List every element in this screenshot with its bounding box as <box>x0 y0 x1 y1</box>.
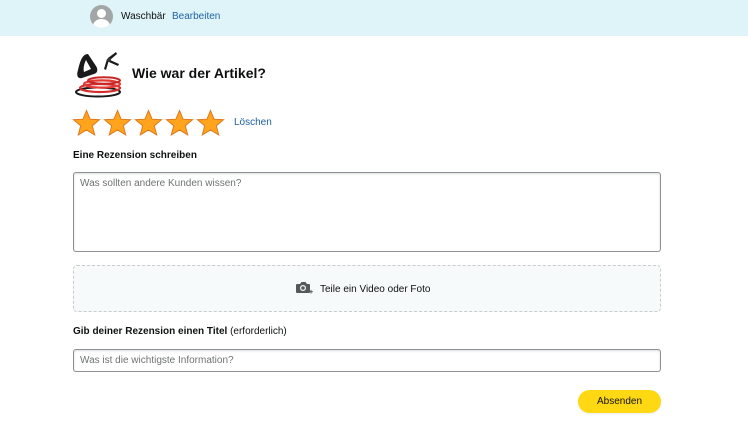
user-avatar-icon <box>90 5 113 28</box>
review-title-input[interactable] <box>73 349 661 372</box>
review-textarea[interactable] <box>73 172 661 252</box>
username: Waschbär <box>121 11 166 22</box>
star-icon[interactable] <box>133 108 164 138</box>
star-rating <box>71 108 226 138</box>
camera-icon <box>296 282 313 294</box>
star-icon[interactable] <box>195 108 226 138</box>
clear-rating-link[interactable]: Löschen <box>234 117 272 128</box>
title-required-hint: (erforderlich) <box>230 326 287 337</box>
submit-button[interactable]: Absenden <box>578 390 661 413</box>
edit-profile-link[interactable]: Bearbeiten <box>172 11 220 22</box>
review-heading: Wie war der Artikel? <box>132 65 266 81</box>
media-upload-label: Teile ein Video oder Foto <box>320 284 431 295</box>
star-icon[interactable] <box>164 108 195 138</box>
star-icon[interactable] <box>102 108 133 138</box>
star-icon[interactable] <box>71 108 102 138</box>
profile-bar: Waschbär Bearbeiten <box>0 0 748 36</box>
media-upload-zone[interactable]: Teile ein Video oder Foto <box>73 265 661 312</box>
title-label: Gib deiner Rezension einen Titel (erford… <box>73 326 287 337</box>
product-thumbnail <box>75 52 122 98</box>
review-label: Eine Rezension schreiben <box>73 150 197 161</box>
title-label-text: Gib deiner Rezension einen Titel <box>73 326 228 337</box>
